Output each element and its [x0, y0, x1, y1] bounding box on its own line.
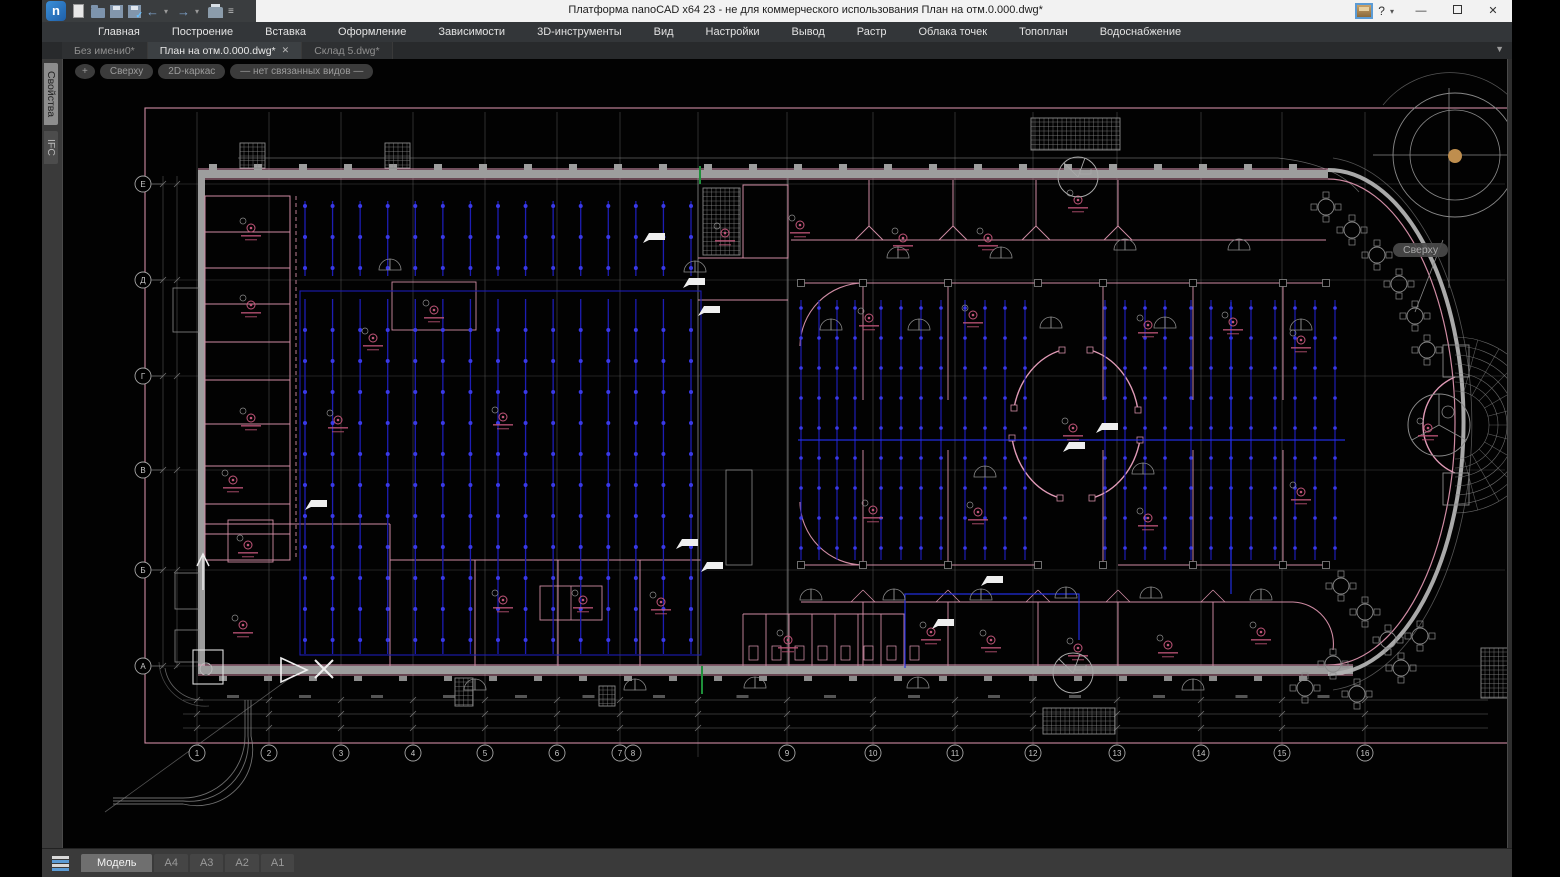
- sheet-tab-а2[interactable]: А2: [225, 854, 259, 872]
- nanocad-logo-icon: n: [46, 1, 66, 21]
- sheet-tab-model[interactable]: Модель: [81, 854, 153, 872]
- svg-text:7: 7: [618, 749, 623, 758]
- menu-2[interactable]: Построение: [158, 24, 247, 40]
- svg-text:А: А: [140, 662, 146, 671]
- close-button[interactable]: ✕: [1476, 1, 1510, 22]
- sheet-tab-а1[interactable]: А1: [260, 854, 295, 872]
- restaurant-tables: [1289, 191, 1443, 710]
- menu-3[interactable]: Вставка: [251, 24, 320, 40]
- doc-tab-3[interactable]: Склад 5.dwg*: [302, 42, 393, 59]
- svg-text:16: 16: [1361, 749, 1370, 758]
- viewport-plus-button[interactable]: +: [75, 64, 95, 79]
- ucs-icon: [192, 552, 334, 685]
- sheet-tab-а4[interactable]: А4: [154, 854, 188, 872]
- toolbar-overflow-icon[interactable]: ≡: [228, 4, 234, 19]
- floor-plan-drawing: 1 2 3 4 5 6 7 8 9 10 11 12 13 14 15 16ЕДГВБА: [104, 72, 1507, 813]
- interior-walls: [204, 178, 1334, 666]
- document-tab-bar: Без имени0* План на отм.0.000.dwg* ✕ Склад …: [42, 42, 1512, 59]
- help-button[interactable]: ?: [1375, 4, 1388, 18]
- axis-grid: [151, 112, 1505, 757]
- svg-text:13: 13: [1113, 749, 1122, 758]
- restore-button[interactable]: [1440, 1, 1474, 22]
- help-caret-icon[interactable]: ▾: [1390, 7, 1394, 16]
- svg-text:12: 12: [1029, 749, 1038, 758]
- svg-text:2: 2: [267, 749, 272, 758]
- svg-text:4: 4: [411, 749, 416, 758]
- svg-text:В: В: [140, 466, 145, 475]
- leader-flags: [305, 233, 1118, 629]
- view-direction-pill[interactable]: Сверху: [99, 64, 154, 79]
- svg-text:9: 9: [785, 749, 790, 758]
- window-title: Платформа nanoCAD x64 23 - не для коммер…: [568, 4, 1043, 16]
- svg-text:11: 11: [951, 749, 960, 758]
- sheet-tab-а3[interactable]: А3: [189, 854, 224, 872]
- print-icon[interactable]: [208, 4, 223, 18]
- title-bar-controls: ? ▾ — ✕: [1355, 0, 1512, 22]
- svg-text:Д: Д: [140, 276, 146, 285]
- door-swings: [378, 238, 1313, 691]
- undo-icon[interactable]: ←: [146, 4, 159, 19]
- pipe-mains: [798, 302, 1345, 668]
- viewport-controls: + Сверху 2D-каркас — нет связанных видов…: [75, 64, 374, 79]
- menu-11[interactable]: Облака точек: [905, 24, 1002, 40]
- undo-caret-icon[interactable]: ▾: [164, 4, 172, 19]
- menu-1[interactable]: Главная: [84, 24, 154, 40]
- menu-9[interactable]: Вывод: [777, 24, 838, 40]
- svg-text:14: 14: [1197, 749, 1206, 758]
- doc-tab-1[interactable]: Без имени0*: [62, 42, 148, 59]
- redo-caret-icon[interactable]: ▾: [195, 4, 203, 19]
- equipment-markers: [221, 189, 1438, 661]
- save-icon[interactable]: [110, 5, 123, 18]
- menu-6[interactable]: 3D-инструменты: [523, 24, 636, 40]
- drawing-frame: [144, 107, 1507, 744]
- svg-text:Е: Е: [140, 180, 145, 189]
- quick-access-toolbar: n ← ▾ → ▾ ≡: [42, 0, 256, 22]
- linked-views-pill[interactable]: — нет связанных видов —: [230, 64, 374, 79]
- open-file-icon[interactable]: [91, 5, 105, 18]
- save-all-icon[interactable]: [128, 5, 143, 21]
- redo-icon[interactable]: →: [177, 4, 190, 19]
- nanocad-window: n ← ▾ → ▾ ≡ Платформа nanoCAD x64 23 - н…: [42, 0, 1512, 877]
- left-panel-strip: Свойства IFC: [42, 59, 62, 848]
- rack-zones-right: [799, 300, 1337, 560]
- menu-13[interactable]: Водоснабжение: [1086, 24, 1195, 40]
- svg-text:3: 3: [339, 749, 344, 758]
- menu-bar: Главная Построение Вставка Оформление Зависи…: [42, 22, 1512, 42]
- svg-text:10: 10: [869, 749, 878, 758]
- view-tooltip: Сверху: [1393, 243, 1449, 257]
- svg-text:Б: Б: [140, 566, 145, 575]
- doc-tab-2[interactable]: План на отм.0.000.dwg* ✕: [147, 42, 303, 59]
- tab-list-caret-icon[interactable]: ▼: [1487, 42, 1512, 59]
- panel-tab-свойства[interactable]: Свойства: [44, 63, 58, 126]
- menu-8[interactable]: Настройки: [692, 24, 774, 40]
- screen: n ← ▾ → ▾ ≡ Платформа nanoCAD x64 23 - н…: [0, 0, 1560, 877]
- title-bar: n ← ▾ → ▾ ≡ Платформа nanoCAD x64 23 - н…: [42, 0, 1512, 22]
- svg-text:6: 6: [555, 749, 560, 758]
- svg-text:15: 15: [1278, 749, 1287, 758]
- menu-7[interactable]: Вид: [640, 24, 688, 40]
- minimize-button[interactable]: —: [1404, 1, 1438, 22]
- sheet-bar: Модель А4 А3 А2 А1: [42, 848, 1512, 877]
- svg-text:5: 5: [483, 749, 488, 758]
- menu-5[interactable]: Зависимости: [424, 24, 519, 40]
- hatch-areas: [239, 117, 1507, 735]
- store-panel-icon[interactable]: [1355, 3, 1374, 19]
- panel-tab-ifc[interactable]: IFC: [44, 131, 58, 165]
- drawing-canvas[interactable]: 1 2 3 4 5 6 7 8 9 10 11 12 13 14 15 16 Е Д Г В Б А + Сверху 2…: [62, 59, 1508, 848]
- menu-12[interactable]: Топоплан: [1005, 24, 1082, 40]
- visual-style-pill[interactable]: 2D-каркас: [158, 64, 226, 79]
- sheet-list-icon[interactable]: [52, 855, 69, 871]
- svg-text:1: 1: [195, 749, 200, 758]
- menu-10[interactable]: Растр: [843, 24, 901, 40]
- tab-close-icon[interactable]: ✕: [282, 45, 290, 56]
- menu-4[interactable]: Оформление: [324, 24, 420, 40]
- new-file-icon[interactable]: [73, 4, 84, 18]
- svg-text:Г: Г: [141, 372, 146, 381]
- svg-text:8: 8: [631, 749, 636, 758]
